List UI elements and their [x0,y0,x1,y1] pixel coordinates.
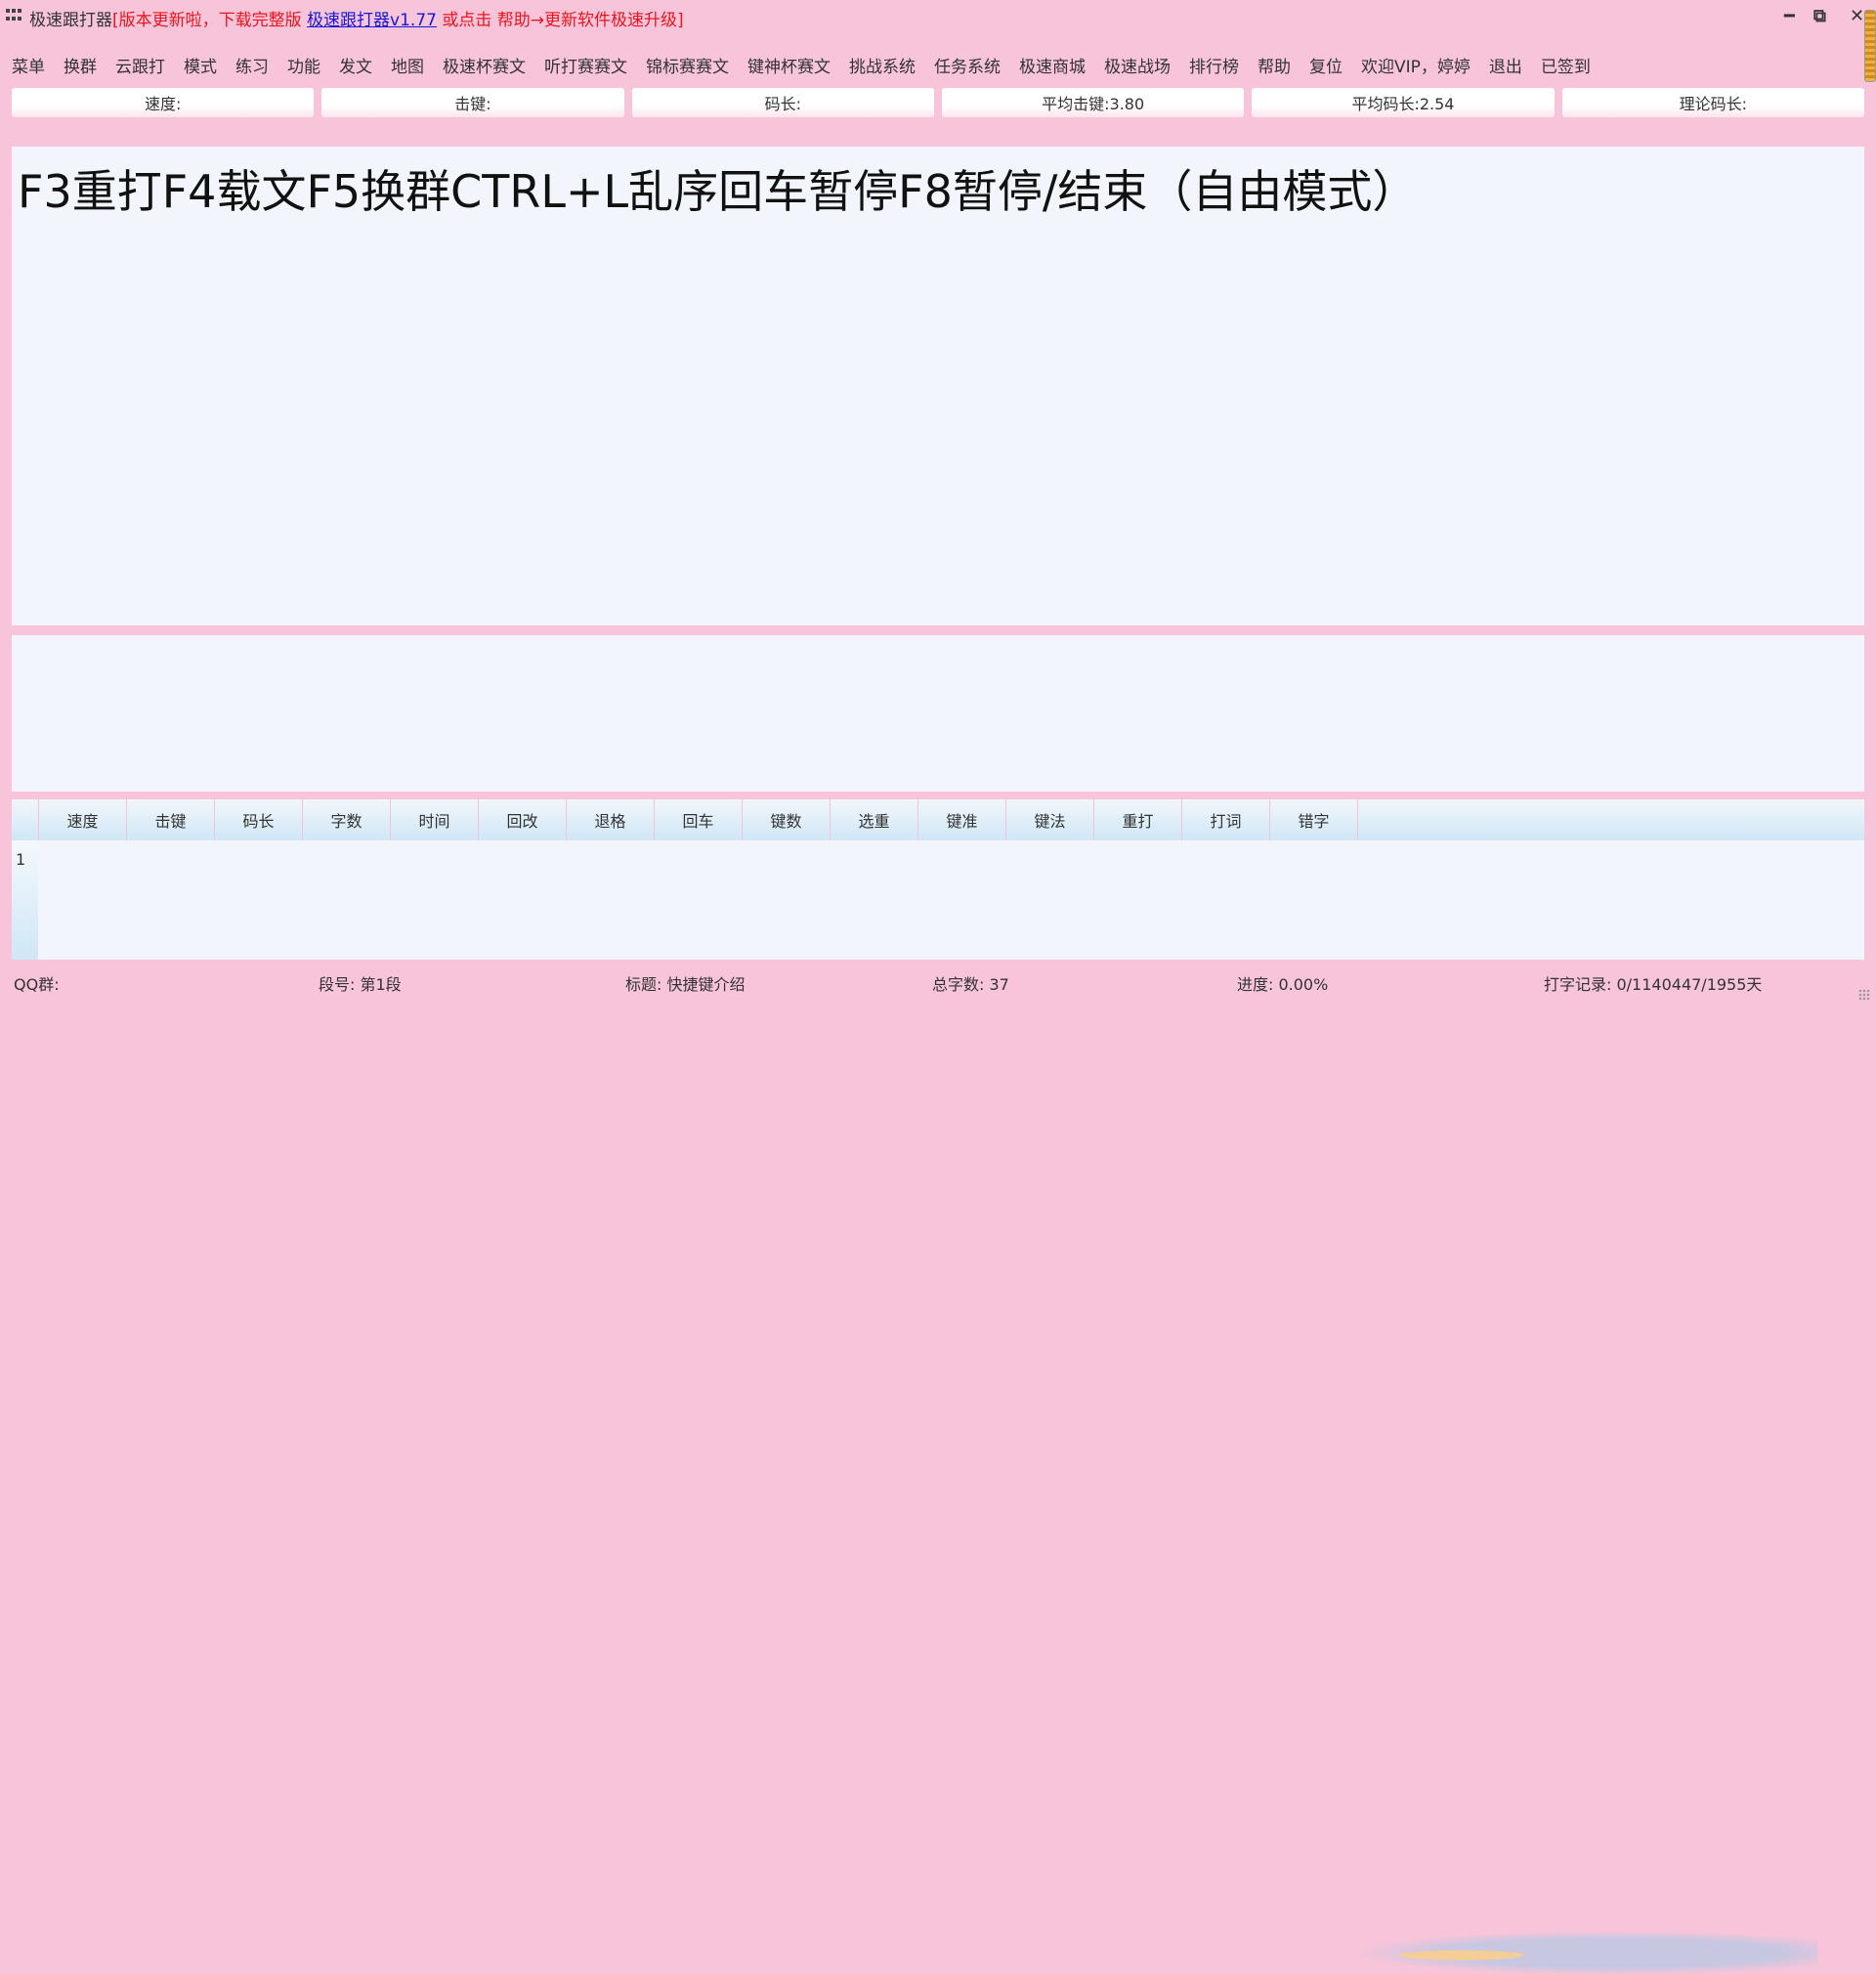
close-icon[interactable]: ✕ [1850,6,1864,26]
col-corrections[interactable]: 回改 [479,799,567,840]
row-number[interactable]: 1 [16,850,25,869]
stat-avg-code-length: 平均码长:2.54 [1252,88,1555,117]
col-char-count[interactable]: 字数 [303,799,391,840]
menu-item-map[interactable]: 地图 [391,53,424,77]
stat-theory-code-length: 理论码长: [1561,88,1864,117]
restore-icon[interactable]: ⧉ [1813,6,1826,26]
menu-item-shop[interactable]: 极速商城 [1019,53,1086,77]
menu-item-switch-group[interactable]: 换群 [64,53,97,77]
col-word-typing[interactable]: 打词 [1182,799,1270,840]
col-key-accuracy[interactable]: 键准 [918,799,1006,840]
col-speed[interactable]: 速度 [39,799,127,840]
col-time[interactable]: 时间 [391,799,479,840]
download-link[interactable]: 极速跟打器v1.77 [307,11,437,30]
minimize-icon[interactable]: ━ [1784,6,1795,26]
update-hint: 或点击 帮助→更新软件极速升级 [436,11,678,30]
results-header: 速度 击键 码长 字数 时间 回改 退格 回车 键数 选重 键准 键法 重打 打… [12,799,1864,840]
menu-item-key-god-cup[interactable]: 键神杯赛文 [747,53,831,77]
col-candidate-select[interactable]: 选重 [831,799,918,840]
typing-input-area[interactable] [12,635,1864,792]
status-segment: 段号: 第1段 [319,975,402,994]
stat-speed: 速度: [12,88,315,117]
menu-item-championship[interactable]: 锦标赛赛文 [646,53,729,77]
col-key-count[interactable]: 键数 [743,799,831,840]
col-retype[interactable]: 重打 [1094,799,1182,840]
menu-item-tasks[interactable]: 任务系统 [934,53,1001,77]
window-title: 极速跟打器[版本更新啦，下载完整版 极速跟打器v1.77 或点击 帮助→更新软件… [29,6,684,30]
update-notice: 版本更新啦，下载完整版 [118,11,308,30]
menu-bar: 菜单 换群 云跟打 模式 练习 功能 发文 地图 极速杯赛文 听打赛赛文 锦标赛… [12,51,1609,78]
menu-item-signed-in[interactable]: 已签到 [1541,53,1591,77]
menu-item-exit[interactable]: 退出 [1489,53,1522,77]
menu-item-help[interactable]: 帮助 [1258,53,1291,77]
menu-item-cloud-typing[interactable]: 云跟打 [115,53,165,77]
results-table: 速度 击键 码长 字数 时间 回改 退格 回车 键数 选重 键准 键法 重打 打… [12,799,1864,960]
status-bar: QQ群: 段号: 第1段 标题: 快捷键介绍 总字数: 37 进度: 0.00%… [0,967,1876,1974]
background-decoration [1309,1927,1817,1974]
notice-open: [ [112,11,119,30]
resize-grip-icon[interactable] [1858,989,1870,1001]
col-key-method[interactable]: 键法 [1006,799,1094,840]
title-bar: 极速跟打器[版本更新啦，下载完整版 极速跟打器v1.77 或点击 帮助→更新软件… [0,0,1876,33]
status-typing-record: 打字记录: 0/1140447/1955天 [1544,975,1763,994]
menu-item-welcome-vip[interactable]: 欢迎VIP，婷婷 [1361,53,1471,77]
menu-item-speed-cup[interactable]: 极速杯赛文 [443,53,526,77]
col-enter[interactable]: 回车 [655,799,743,840]
menu-item-practice[interactable]: 练习 [235,53,269,77]
notice-close: ] [677,11,684,30]
col-keystroke[interactable]: 击键 [127,799,215,840]
col-code-length[interactable]: 码长 [215,799,303,840]
col-typos[interactable]: 错字 [1270,799,1358,840]
status-qq-group: QQ群: [14,975,60,994]
status-progress: 进度: 0.00% [1237,975,1329,994]
menu-item-functions[interactable]: 功能 [287,53,320,77]
menu-item-leaderboard[interactable]: 排行榜 [1189,53,1239,77]
menu-item-send-text[interactable]: 发文 [339,53,372,77]
menu-item-challenge[interactable]: 挑战系统 [849,53,916,77]
scroll-widget[interactable] [1864,10,1876,82]
status-total-chars: 总字数: 37 [932,975,1009,994]
app-name: 极速跟打器 [29,11,112,30]
app-grid-icon[interactable] [6,9,23,22]
sample-text: F3重打F4载文F5换群CTRL+L乱序回车暂停F8暂停/结束（自由模式） [18,165,1418,218]
menu-item-listening-match[interactable]: 听打赛赛文 [544,53,627,77]
stat-code-length: 码长: [631,88,934,117]
menu-item-mode[interactable]: 模式 [184,53,217,77]
menu-item-reset[interactable]: 复位 [1309,53,1343,77]
status-title: 标题: 快捷键介绍 [625,975,746,994]
stat-keystroke: 击键: [321,88,624,117]
sample-text-panel: F3重打F4载文F5换群CTRL+L乱序回车暂停F8暂停/结束（自由模式） [12,147,1864,626]
menu-item-battlefield[interactable]: 极速战场 [1104,53,1171,77]
row-header-corner [12,799,39,840]
stats-bar: 速度: 击键: 码长: 平均击键:3.80 平均码长:2.54 理论码长: [12,88,1864,119]
col-backspace[interactable]: 退格 [567,799,655,840]
stat-avg-keystroke: 平均击键:3.80 [941,88,1245,117]
menu-item-menu[interactable]: 菜单 [12,53,45,77]
